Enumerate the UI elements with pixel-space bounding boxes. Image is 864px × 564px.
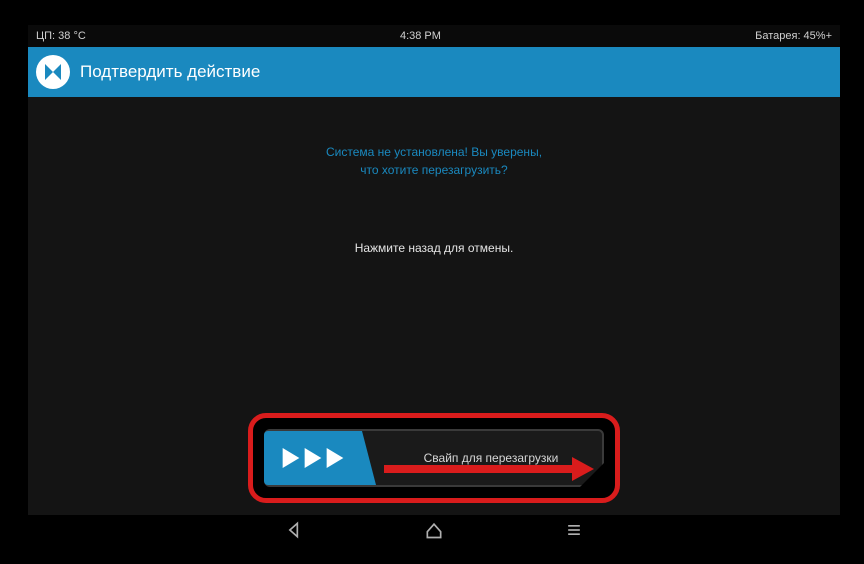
- play-icon: [326, 448, 344, 468]
- nav-back-button[interactable]: [284, 520, 304, 545]
- play-icon: [282, 448, 300, 468]
- page-title: Подтвердить действие: [80, 62, 260, 82]
- nav-bar: [28, 515, 840, 549]
- status-cpu-temp: ЦП: 38 °C: [36, 30, 86, 42]
- header-bar: Подтвердить действие: [28, 47, 840, 97]
- status-battery: Батарея: 45%+: [755, 30, 832, 42]
- warning-line-2: что хотите перезагрузить?: [28, 163, 840, 177]
- nav-home-button[interactable]: [424, 520, 444, 545]
- back-icon: [284, 520, 304, 540]
- warning-line-1: Система не установлена! Вы уверены,: [28, 145, 840, 159]
- swipe-handle[interactable]: [264, 431, 362, 485]
- cancel-hint: Нажмите назад для отмены.: [28, 241, 840, 255]
- home-icon: [424, 520, 444, 540]
- play-icon: [304, 448, 322, 468]
- status-time: 4:38 PM: [86, 30, 755, 42]
- track-corner-cut: [580, 463, 604, 487]
- swipe-label: Свайп для перезагрузки: [362, 451, 602, 465]
- nav-menu-button[interactable]: [564, 520, 584, 545]
- twrp-logo-icon: [36, 55, 70, 89]
- content-area: Система не установлена! Вы уверены, что …: [28, 97, 840, 515]
- menu-icon: [564, 520, 584, 540]
- swipe-track[interactable]: Свайп для перезагрузки: [264, 429, 604, 487]
- status-bar: ЦП: 38 °C 4:38 PM Батарея: 45%+: [28, 25, 840, 47]
- app-frame: ЦП: 38 °C 4:38 PM Батарея: 45%+ Подтверд…: [28, 25, 840, 549]
- swipe-slider-container: Свайп для перезагрузки: [248, 413, 620, 503]
